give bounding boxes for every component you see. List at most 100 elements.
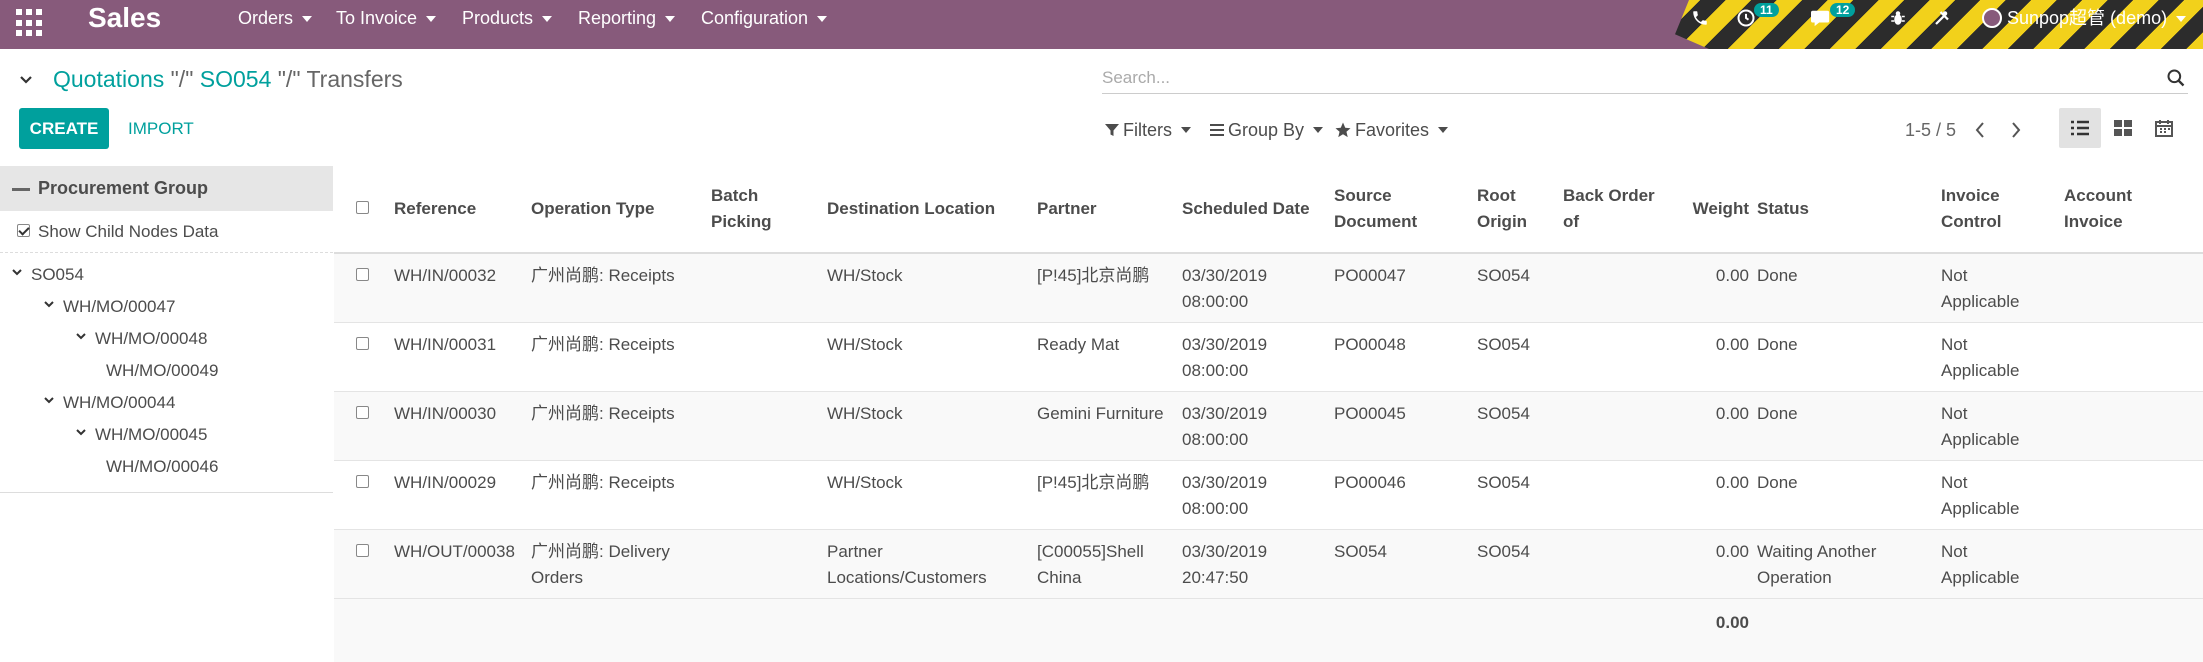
apps-menu-icon[interactable] [16, 9, 44, 37]
group-by-dropdown[interactable]: Group By [1209, 117, 1324, 143]
pager-next-button[interactable] [2006, 118, 2026, 142]
list-view-button[interactable] [2059, 108, 2101, 148]
cell-batch-picking [711, 252, 827, 322]
column-header-scheduled-date[interactable]: Scheduled Date [1182, 166, 1334, 254]
footer-spacer [334, 597, 1677, 648]
star-icon [1335, 122, 1351, 138]
favorites-dropdown[interactable]: Favorites [1334, 117, 1449, 143]
pager-previous-button[interactable] [1970, 118, 1990, 142]
cell-scheduled-date: 03/30/2019 20:47:50 [1182, 528, 1334, 598]
column-header-account-invoice[interactable]: Account Invoice [2064, 166, 2203, 254]
chevron-down-icon [44, 300, 54, 307]
cell-weight: 0.00 [1677, 390, 1757, 460]
cell-invoice-control: Not Applicable [1941, 390, 2064, 460]
search-icon[interactable] [2166, 68, 2186, 88]
tree-item-label: WH/MO/00048 [95, 329, 208, 348]
breadcrumb-quotations[interactable]: Quotations [53, 66, 164, 92]
chevron-left-icon [1975, 122, 1984, 138]
menu-to-invoice[interactable]: To Invoice [336, 0, 437, 36]
chevron-down-icon[interactable] [20, 74, 32, 86]
breadcrumb-transfers: Transfers [306, 66, 403, 92]
cell-root-origin: SO054 [1477, 459, 1563, 529]
menu-configuration[interactable]: Configuration [701, 0, 828, 36]
tree-item-wh-mo-00045[interactable]: WH/MO/00045 [76, 424, 207, 446]
row-checkbox[interactable] [356, 336, 369, 350]
cell-destination: WH/Stock [827, 459, 1037, 529]
phone-icon[interactable] [1688, 0, 1712, 36]
column-header-back-order-of[interactable]: Back Order of [1563, 166, 1677, 254]
row-checkbox[interactable] [356, 405, 369, 419]
cell-status: Waiting Another Operation [1757, 528, 1941, 598]
table-header-row: Reference Operation Type Batch Picking D… [334, 166, 2203, 254]
caret-down-icon [817, 16, 828, 23]
tree-item-wh-mo-00046[interactable]: WH/MO/00046 [106, 456, 218, 478]
cell-batch-picking [711, 390, 827, 460]
column-header-invoice-control[interactable]: Invoice Control [1941, 166, 2064, 254]
create-button[interactable]: CREATE [19, 108, 109, 149]
show-child-nodes-checkbox[interactable] [17, 224, 30, 238]
row-checkbox[interactable] [356, 474, 369, 488]
breadcrumb-so054[interactable]: SO054 [200, 66, 272, 92]
app-title[interactable]: Sales [88, 1, 161, 35]
cell-destination: WH/Stock [827, 390, 1037, 460]
activity-count-badge: 11 [1754, 3, 1779, 17]
kanban-view-button[interactable] [2102, 108, 2144, 148]
cell-partner: [P!45]北京尚鹏 [1037, 459, 1182, 529]
tree-item-label: WH/MO/00049 [106, 361, 219, 380]
column-header-partner[interactable]: Partner [1037, 166, 1182, 254]
user-menu[interactable]: Sunpop超管 (demo) [1982, 0, 2187, 36]
search-input[interactable] [1102, 64, 2142, 92]
row-checkbox[interactable] [356, 543, 369, 557]
table-row[interactable]: WH/IN/00031 广州尚鹏: Receipts WH/Stock Read… [334, 321, 2203, 391]
filters-dropdown[interactable]: Filters [1104, 117, 1191, 143]
tree-item-wh-mo-00048[interactable]: WH/MO/00048 [76, 328, 207, 350]
calendar-view-button[interactable] [2143, 108, 2185, 148]
table-row[interactable]: WH/IN/00030 广州尚鹏: Receipts WH/Stock Gemi… [334, 390, 2203, 460]
menu-products[interactable]: Products [462, 0, 553, 36]
select-all-checkbox[interactable] [356, 201, 369, 215]
cell-operation-type: 广州尚鹏: Delivery Orders [531, 528, 711, 598]
column-header-source-document[interactable]: Source Document [1334, 166, 1477, 254]
tools-wrench-icon[interactable] [1930, 0, 1954, 36]
caret-down-icon [1313, 127, 1324, 133]
row-checkbox[interactable] [356, 268, 369, 282]
row-select-cell [334, 321, 394, 391]
column-header-status[interactable]: Status [1757, 166, 1941, 254]
import-button[interactable]: IMPORT [128, 108, 194, 149]
caret-down-icon [426, 16, 437, 23]
column-header-weight[interactable]: Weight [1677, 166, 1757, 254]
menu-reporting[interactable]: Reporting [578, 0, 676, 36]
show-child-nodes-option[interactable]: Show Child Nodes Data [0, 211, 333, 253]
cell-destination: WH/Stock [827, 252, 1037, 322]
procurement-group-title: Procurement Group [38, 178, 209, 198]
cell-reference: WH/OUT/00038 [394, 528, 531, 598]
cell-scheduled-date: 03/30/2019 08:00:00 [1182, 459, 1334, 529]
procurement-group-header[interactable]: Procurement Group [0, 166, 333, 211]
menu-products-label: Products [462, 8, 534, 28]
column-header-destination-location[interactable]: Destination Location [827, 166, 1037, 254]
tree-item-wh-mo-00044[interactable]: WH/MO/00044 [44, 392, 175, 414]
cell-partner: Ready Mat [1037, 321, 1182, 391]
column-header-reference[interactable]: Reference [394, 166, 531, 254]
menu-orders[interactable]: Orders [238, 0, 313, 36]
tree-item-so054[interactable]: SO054 [12, 264, 84, 286]
cell-back-order [1563, 459, 1677, 529]
column-header-operation-type[interactable]: Operation Type [531, 166, 711, 254]
cell-status: Done [1757, 321, 1941, 391]
row-select-cell [334, 252, 394, 322]
cell-invoice-control: Not Applicable [1941, 252, 2064, 322]
column-header-batch-picking[interactable]: Batch Picking [711, 166, 827, 254]
cell-batch-picking [711, 459, 827, 529]
column-header-root-origin[interactable]: Root Origin [1477, 166, 1563, 254]
tree-item-wh-mo-00047[interactable]: WH/MO/00047 [44, 296, 175, 318]
pager-value[interactable]: 1-5 / 5 [1905, 117, 1956, 143]
user-avatar [1982, 7, 2002, 28]
debug-bug-icon[interactable] [1886, 0, 1910, 36]
table-row[interactable]: WH/OUT/00038 广州尚鹏: Delivery Orders Partn… [334, 528, 2203, 598]
table-row[interactable]: WH/IN/00032 广州尚鹏: Receipts WH/Stock [P!4… [334, 252, 2203, 322]
tree-item-wh-mo-00049[interactable]: WH/MO/00049 [106, 360, 218, 382]
cell-status: Done [1757, 390, 1941, 460]
table-row[interactable]: WH/IN/00029 广州尚鹏: Receipts WH/Stock [P!4… [334, 459, 2203, 529]
menu-reporting-label: Reporting [578, 8, 657, 28]
cell-weight: 0.00 [1677, 459, 1757, 529]
